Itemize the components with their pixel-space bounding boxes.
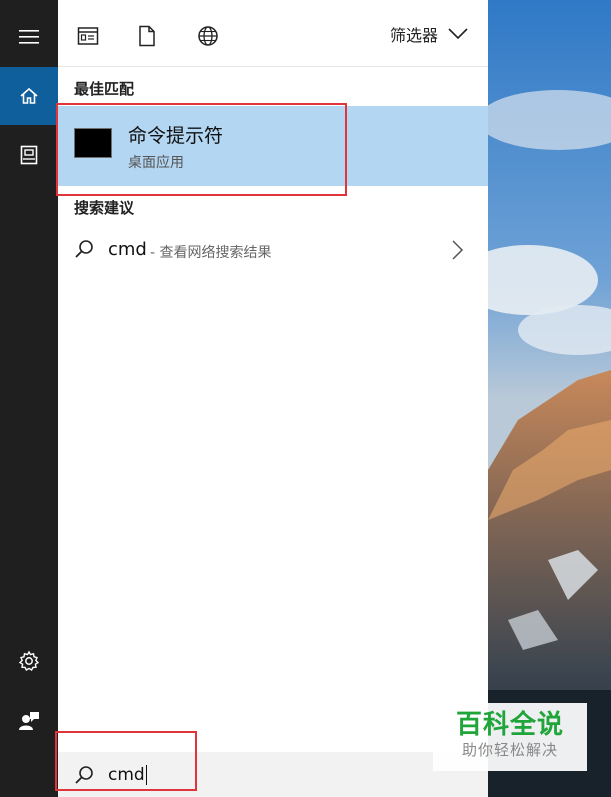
suggestion-query: cmd	[108, 239, 147, 260]
apps-filter-icon[interactable]	[74, 22, 102, 50]
suggestions-heading: 搜索建议	[74, 199, 135, 217]
search-icon	[74, 239, 94, 263]
home-icon[interactable]	[0, 67, 58, 125]
best-match-highlight-box	[56, 103, 347, 196]
chevron-down-icon	[448, 25, 468, 44]
web-filter-icon[interactable]	[194, 22, 222, 50]
user-feedback-icon[interactable]	[0, 692, 58, 750]
settings-gear-icon[interactable]	[0, 632, 58, 690]
watermark-title: 百科全说	[455, 710, 564, 740]
watermark-subtitle: 助你轻松解决	[461, 741, 558, 759]
hamburger-menu-icon[interactable]	[0, 8, 58, 66]
filter-label: 筛选器	[389, 26, 438, 45]
suggestion-description: - 查看网络搜索结果	[150, 245, 272, 261]
suggestion-item[interactable]: cmd - 查看网络搜索结果	[58, 228, 488, 272]
search-box-highlight-box	[55, 731, 197, 791]
documents-filter-icon[interactable]	[133, 22, 161, 50]
search-scope-bar: 筛选器	[58, 0, 488, 67]
filter-dropdown[interactable]: 筛选器	[390, 22, 468, 46]
chevron-right-icon[interactable]	[452, 240, 464, 264]
desktop-wallpaper	[488, 0, 611, 797]
document-icon[interactable]	[0, 126, 58, 184]
best-match-heading: 最佳匹配	[74, 80, 135, 98]
start-sidebar	[0, 0, 58, 797]
baike-watermark: 百科全说 助你轻松解决	[433, 703, 587, 771]
